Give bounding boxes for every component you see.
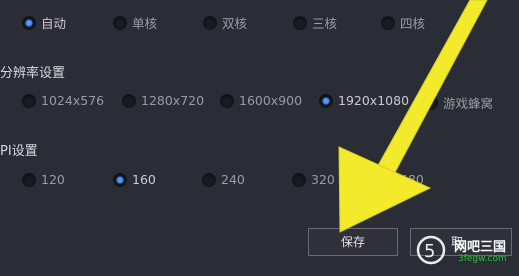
watermark-text: 网吧三国 — [454, 240, 507, 255]
watermark-url: 3fegw.com — [458, 254, 507, 264]
svg-text:5: 5 — [424, 241, 435, 262]
watermark-logo-icon: 5 — [416, 235, 446, 265]
